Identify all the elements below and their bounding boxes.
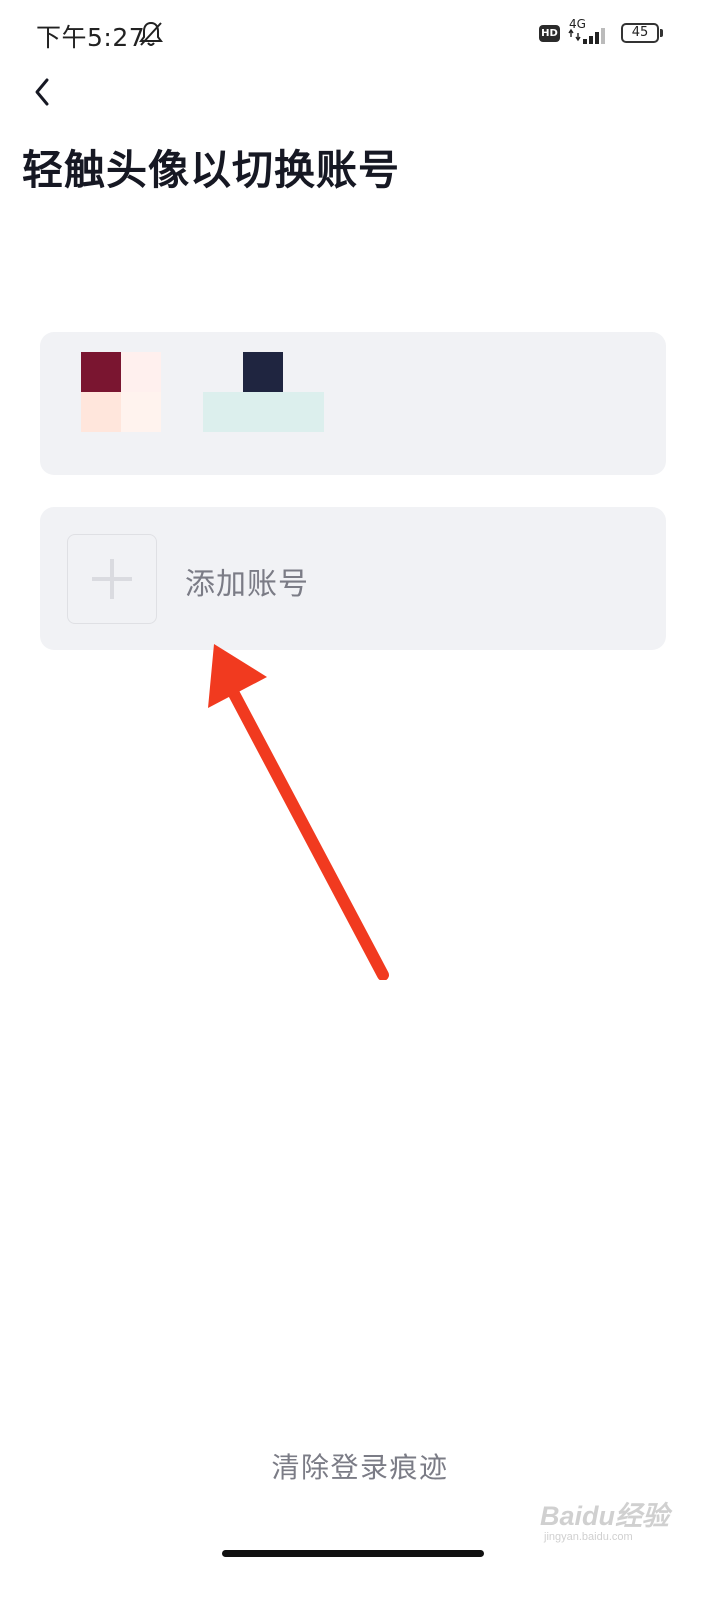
account-card[interactable] xyxy=(40,332,666,475)
battery-level: 45 xyxy=(631,25,649,40)
plus-icon xyxy=(92,559,132,599)
avatar-pixel xyxy=(81,392,121,432)
battery-icon: 45 xyxy=(621,23,659,43)
signal-icon xyxy=(568,28,605,44)
account-name-pixelated xyxy=(243,352,283,392)
watermark-main: Baidu经验 xyxy=(540,1501,670,1531)
clear-login-traces-button[interactable]: 清除登录痕迹 xyxy=(0,1446,720,1486)
add-account-label: 添加账号 xyxy=(185,567,309,602)
avatar-pixel xyxy=(81,352,121,392)
baidu-watermark: Baidu经验 jingyan.baidu.com xyxy=(540,1494,669,1543)
red-arrow-annotation xyxy=(208,644,389,980)
avatar-pixel xyxy=(121,352,161,392)
account-id-pixelated xyxy=(203,392,324,432)
hd-badge: HD xyxy=(539,25,560,42)
add-account-button[interactable]: 添加账号 xyxy=(40,507,666,650)
battery-tip xyxy=(660,29,663,37)
page-title: 轻触头像以切换账号 xyxy=(22,146,400,194)
status-bar: 下午5:27 HD 4G 45 xyxy=(0,0,720,70)
bell-muted-icon xyxy=(139,21,163,46)
avatar-pixel xyxy=(121,392,161,432)
status-time: 下午5:27 xyxy=(36,23,146,52)
chevron-left-icon xyxy=(35,78,49,106)
back-button[interactable] xyxy=(22,72,62,112)
home-indicator[interactable] xyxy=(222,1550,484,1557)
clear-login-traces-label: 清除登录痕迹 xyxy=(271,1451,449,1484)
add-account-tile[interactable] xyxy=(67,534,157,624)
avatar[interactable] xyxy=(81,352,161,432)
